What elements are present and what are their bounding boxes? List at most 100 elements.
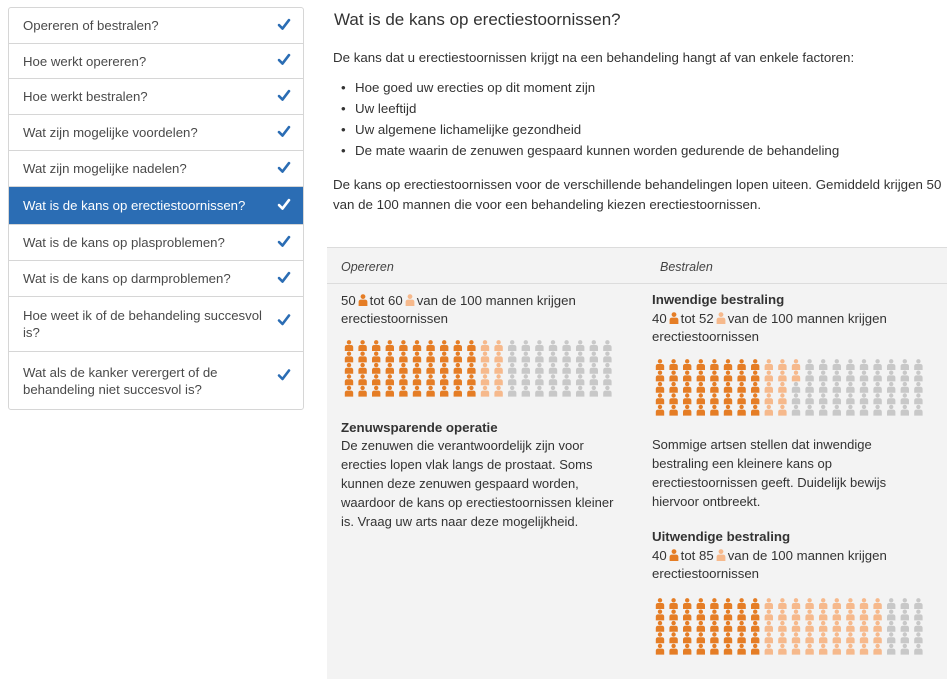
person-icon: [723, 620, 733, 632]
sidebar-item-label: Wat zijn mogelijke voordelen?: [23, 125, 198, 140]
person-icon: [669, 620, 678, 632]
person-icon: [683, 370, 692, 382]
person-icon: [737, 370, 746, 382]
opereren-stat: 50 tot 60 van de 100 mannen krijgen erecti…: [341, 292, 641, 328]
person-icon: [751, 359, 760, 370]
person-icon: [548, 351, 558, 363]
person-icon: [480, 351, 490, 363]
stat-suffix: van de 100 mannen krijgen: [727, 548, 887, 563]
person-icon: [453, 362, 462, 374]
page-title: Wat is de kans op erectiestoornissen?: [334, 10, 621, 29]
person-icon: [467, 351, 476, 363]
person-icon: [914, 359, 923, 370]
person-icon: [846, 598, 855, 609]
topic-sidebar: Opereren of bestralen? Hoe werkt operere…: [8, 7, 304, 410]
sidebar-item-voordelen[interactable]: Wat zijn mogelijke voordelen?: [9, 115, 303, 151]
person-icon: [710, 609, 719, 621]
sidebar-item-nadelen[interactable]: Wat zijn mogelijke nadelen?: [9, 151, 303, 187]
person-icon: [873, 643, 882, 655]
stat-low: 50: [341, 293, 356, 308]
person-icon: [832, 632, 841, 644]
person-icon: [440, 351, 449, 363]
sidebar-item-erectiestoornissen[interactable]: Wat is de kans op erectiestoornissen?: [9, 187, 303, 225]
icon-array-uitwendig: [655, 598, 923, 655]
person-icon: [778, 404, 787, 416]
person-icon: [710, 620, 719, 632]
person-icon: [372, 385, 381, 397]
stat-tot: tot: [680, 548, 696, 563]
person-icon: [846, 643, 855, 655]
check-icon: [277, 89, 291, 101]
list-item: De mate waarin de zenuwen gespaard kunne…: [341, 140, 839, 161]
person-icon: [669, 609, 678, 621]
person-icon: [683, 620, 692, 632]
person-icon: [344, 374, 354, 386]
sidebar-item-succesvol[interactable]: Hoe weet ik of de behandeling succesvol …: [9, 297, 303, 352]
person-icon: [805, 381, 814, 393]
person-icon: [778, 370, 787, 382]
person-icon: [832, 381, 841, 393]
check-icon: [277, 235, 291, 247]
person-icon: [385, 340, 394, 351]
person-icon: [832, 393, 841, 405]
person-icon: [900, 643, 909, 655]
person-icon: [655, 370, 665, 382]
person-icon: [480, 374, 490, 386]
person-icon: [480, 362, 490, 374]
person-icon: [873, 381, 882, 393]
person-icon: [696, 381, 705, 393]
person-icon: [412, 362, 422, 374]
person-icon: [914, 404, 923, 416]
person-icon: [764, 359, 773, 370]
sidebar-item-kanker-verergert[interactable]: Wat als de kanker verergert of de behand…: [9, 352, 303, 409]
person-icon: [778, 643, 787, 655]
person-icon: [603, 374, 612, 386]
person-icon: [655, 598, 665, 609]
list-item: Uw algemene lichamelijke gezondheid: [341, 119, 839, 140]
person-icon: [521, 340, 530, 351]
person-icon: [805, 609, 814, 621]
person-icon: [508, 351, 517, 363]
person-icon: [737, 404, 746, 416]
person-icon: [873, 609, 882, 621]
person-icon: [508, 362, 517, 374]
person-icon: [710, 404, 719, 416]
person-icon: [494, 362, 503, 374]
person-icon: [723, 381, 733, 393]
inwendig-note: Sommige artsen stellen dat inwendige bes…: [652, 437, 887, 509]
person-icon: [372, 351, 381, 363]
person-icon: [562, 385, 571, 397]
person-icon: [576, 340, 585, 351]
person-icon: [764, 598, 773, 609]
person-icon: [900, 381, 909, 393]
sidebar-item-label: Wat zijn mogelijke nadelen?: [23, 161, 187, 176]
person-icon: [873, 598, 882, 609]
uitwendig-stat: 40 tot 85 van de 100 mannen krijgen erecti…: [652, 547, 942, 583]
person-icon: [723, 393, 733, 405]
sidebar-item-plasproblemen[interactable]: Wat is de kans op plasproblemen?: [9, 225, 303, 261]
sidebar-item-darmproblemen[interactable]: Wat is de kans op darmproblemen?: [9, 261, 303, 297]
icon-array-inwendig: [655, 359, 923, 416]
person-icon: [669, 370, 678, 382]
sidebar-item-hoe-werkt-opereren[interactable]: Hoe werkt opereren?: [9, 44, 303, 79]
person-icon: [791, 643, 801, 655]
person-icon: [819, 620, 828, 632]
person-icon: [467, 374, 476, 386]
sidebar-item-hoe-werkt-bestralen[interactable]: Hoe werkt bestralen?: [9, 79, 303, 115]
person-icon: [683, 359, 692, 370]
sidebar-item-label: Hoe werkt bestralen?: [23, 89, 148, 104]
person-icon: [589, 362, 598, 374]
sidebar-item-opereren-of-bestralen[interactable]: Opereren of bestralen?: [9, 8, 303, 44]
person-icon: [696, 404, 705, 416]
person-icon: [805, 359, 814, 370]
person-icon: [791, 370, 801, 382]
stat-suffix: van de 100 mannen krijgen: [416, 293, 576, 308]
person-icon: [737, 393, 746, 405]
person-icon: [859, 404, 869, 416]
person-icon: [846, 381, 855, 393]
person-icon: [819, 370, 828, 382]
person-icon: [710, 393, 719, 405]
person-icon: [669, 359, 678, 370]
person-icon: [805, 620, 814, 632]
person-icon: [494, 340, 503, 351]
